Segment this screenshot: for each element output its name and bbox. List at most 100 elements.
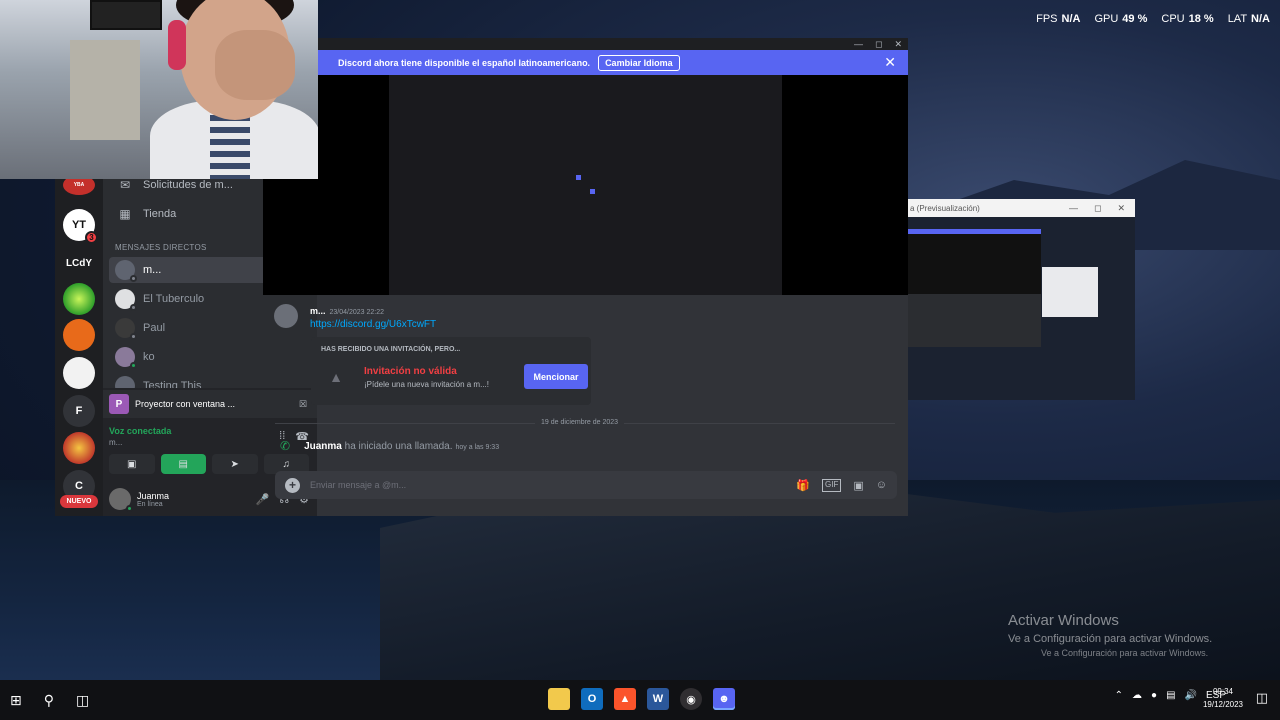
mention-button[interactable]: Mencionar [524, 364, 588, 389]
volume-icon[interactable]: 🔊 [1185, 690, 1197, 701]
background-tv [90, 0, 162, 30]
latency-stat: LAT N/A [1227, 13, 1270, 25]
emoji-icon[interactable]: ☺ [876, 479, 887, 492]
person-hand [215, 30, 295, 100]
green-logo-server-icon[interactable] [63, 283, 95, 315]
performance-overlay: FPS N/A GPU 49 % CPU 18 % LAT N/A [1036, 13, 1270, 25]
taskbar-apps: O ▲ W ◉ ☻ [548, 688, 735, 710]
change-language-button[interactable]: Cambiar Idioma [598, 54, 680, 71]
yt-server-icon[interactable]: YT 3 [63, 209, 98, 244]
brave-icon[interactable]: ▲ [614, 688, 636, 710]
search-icon[interactable]: ⚲ [44, 692, 54, 709]
maximize-icon[interactable]: ◻ [1094, 203, 1101, 214]
screen-share-icon: ▤ [178, 458, 188, 470]
cpu-stat: CPU 18 % [1161, 13, 1214, 25]
activation-line: Ve a Configuración para activar Windows. [1008, 633, 1213, 645]
avatar[interactable] [109, 488, 133, 512]
server-list: YBA YT 3 LCdY F C [55, 173, 103, 516]
preview-title: a (Previsualización) [910, 203, 980, 213]
close-icon[interactable]: ✕ [1117, 203, 1125, 214]
taskbar: ⊞ ⚲ ◫ O ▲ W ◉ ☻ ⌃ ☁ ● ▤ 🔊 ESP 09:34 19/1… [0, 680, 1280, 720]
microphone-tray-icon[interactable]: ● [1151, 690, 1157, 701]
close-window-icon[interactable]: ✕ [894, 39, 902, 50]
camera-off-button[interactable]: ▣ [109, 454, 155, 474]
invite-card: HAS RECIBIDO UNA INVITACIÓN, PERO... ▲ I… [311, 337, 591, 405]
windows-start-icon[interactable]: ⊞ [10, 692, 22, 709]
phone-icon: ✆ [280, 439, 291, 453]
rocket-icon: ➤ [230, 458, 239, 470]
activities-button[interactable]: ➤ [212, 454, 258, 474]
banner-text: Discord ahora tiene disponible el españo… [338, 57, 591, 68]
voice-channel-name: m... [109, 438, 123, 447]
discord-taskbar-icon[interactable]: ☻ [713, 688, 735, 710]
username: Juanma [137, 490, 170, 501]
invite-title: Invitación no válida [364, 366, 457, 377]
dm-item[interactable]: ko [109, 344, 307, 370]
outlook-icon[interactable]: O [581, 688, 603, 710]
call-user[interactable]: Juanma [304, 441, 342, 452]
call-video-area[interactable] [263, 75, 908, 295]
preview-thumbnail [908, 229, 1041, 347]
shirt-stripe [210, 115, 250, 179]
among-us-server-icon[interactable] [63, 319, 95, 351]
clock-time: 09:34 [1212, 687, 1233, 696]
message-input[interactable] [310, 480, 780, 490]
file-explorer-icon[interactable] [548, 688, 570, 710]
avatar [115, 347, 137, 369]
avatar[interactable] [274, 304, 298, 328]
composer-tools: 🎁 GIF ▣ ☺ [796, 478, 887, 492]
call-notice: ✆ Juanma ha iniciado una llamada. hoy a l… [280, 439, 500, 453]
activation-title: Activar Windows [1008, 612, 1119, 629]
f-server-icon[interactable]: F [63, 395, 95, 427]
preview-second-window [1042, 267, 1098, 317]
window-titlebar: — ◻ ✕ [317, 38, 908, 50]
message-requests-label: Solicitudes de m... [143, 179, 233, 191]
soundboard-icon: ♫ [282, 458, 291, 470]
message-author[interactable]: m... 23/04/2023 22:22 [310, 306, 384, 316]
gift-icon[interactable]: 🎁 [796, 479, 810, 492]
invite-link[interactable]: https://discord.gg/U6xTcwFT [310, 319, 436, 330]
avatar [115, 289, 137, 311]
headset [168, 20, 186, 70]
minimize-icon[interactable]: — [854, 39, 863, 49]
sticker-icon[interactable]: ▣ [853, 479, 863, 492]
background-shelf [70, 40, 140, 140]
chevron-up-icon[interactable]: ⌃ [1115, 690, 1123, 701]
envelope-icon: ✉ [119, 178, 131, 192]
stop-stream-icon[interactable]: ☒ [299, 399, 307, 410]
stream-stage [389, 75, 782, 295]
cloud-icon[interactable]: ☁ [1132, 690, 1142, 701]
task-view-icon[interactable]: ◫ [76, 692, 89, 709]
network-icon[interactable]: ▤ [1166, 690, 1175, 701]
loading-dot [576, 175, 581, 180]
message-composer: + 🎁 GIF ▣ ☺ [275, 471, 897, 499]
word-icon[interactable]: W [647, 688, 669, 710]
obs-icon[interactable]: ◉ [680, 688, 702, 710]
webcam-feed [0, 0, 318, 179]
invite-subtitle: ¡Pídele una nueva invitación a m...! [364, 380, 489, 389]
message-timestamp: 23/04/2023 22:22 [329, 309, 385, 316]
fps-stat: FPS N/A [1036, 13, 1081, 25]
lcdy-server-icon[interactable]: LCdY [63, 247, 95, 279]
microphone-icon[interactable]: 🎤 [256, 493, 270, 506]
language-banner: Discord ahora tiene disponible el españo… [317, 50, 908, 75]
taskbar-clock[interactable]: 09:34 19/12/2023 [1203, 685, 1243, 711]
avatar [115, 260, 137, 282]
close-banner-icon[interactable]: ✕ [884, 54, 896, 71]
screen-share-button[interactable]: ▤ [160, 454, 206, 474]
emblem-server-icon[interactable] [63, 432, 95, 464]
invalid-invite-icon: ▲ [329, 369, 343, 385]
notification-icon[interactable]: ◫ [1256, 690, 1268, 706]
attach-plus-icon[interactable]: + [285, 477, 300, 493]
ship-server-icon[interactable] [63, 357, 95, 389]
camera-off-icon: ▣ [127, 458, 137, 470]
maximize-icon[interactable]: ◻ [875, 39, 882, 50]
gif-icon[interactable]: GIF [822, 478, 842, 492]
clock-date: 19/12/2023 [1202, 700, 1243, 709]
preview-window[interactable]: a (Previsualización) — ◻ ✕ [908, 199, 1135, 400]
user-status: En línea [137, 500, 163, 508]
stream-app-icon: P [109, 394, 129, 414]
unread-badge: 3 [85, 231, 98, 244]
stream-preview-bar[interactable]: P Proyector con ventana ... ☒ [103, 390, 317, 418]
minimize-icon[interactable]: — [1069, 203, 1078, 214]
